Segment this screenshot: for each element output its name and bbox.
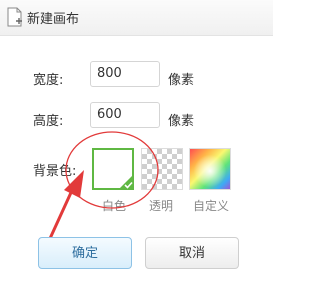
background-option-custom[interactable]	[189, 148, 231, 190]
width-unit: 像素	[168, 73, 195, 88]
dialog-title: 新建画布	[27, 12, 80, 27]
height-input[interactable]: 600	[90, 102, 160, 128]
background-option-white[interactable]	[92, 148, 134, 190]
cancel-button[interactable]: 取消	[145, 237, 239, 269]
background-option-transparent[interactable]	[141, 148, 183, 190]
confirm-button[interactable]: 确定	[38, 237, 132, 269]
height-unit: 像素	[168, 114, 195, 129]
width-label: 宽度:	[33, 73, 64, 88]
dialog-titlebar: 新建画布	[0, 0, 273, 36]
custom-option-label: 自定义	[192, 199, 229, 213]
new-document-icon	[7, 7, 22, 27]
background-label: 背景色:	[33, 164, 77, 179]
transparent-option-label: 透明	[148, 199, 173, 213]
width-input[interactable]: 800	[90, 61, 160, 87]
white-option-label: 白色	[101, 199, 126, 213]
height-label: 高度:	[33, 114, 64, 129]
check-icon	[118, 174, 134, 190]
